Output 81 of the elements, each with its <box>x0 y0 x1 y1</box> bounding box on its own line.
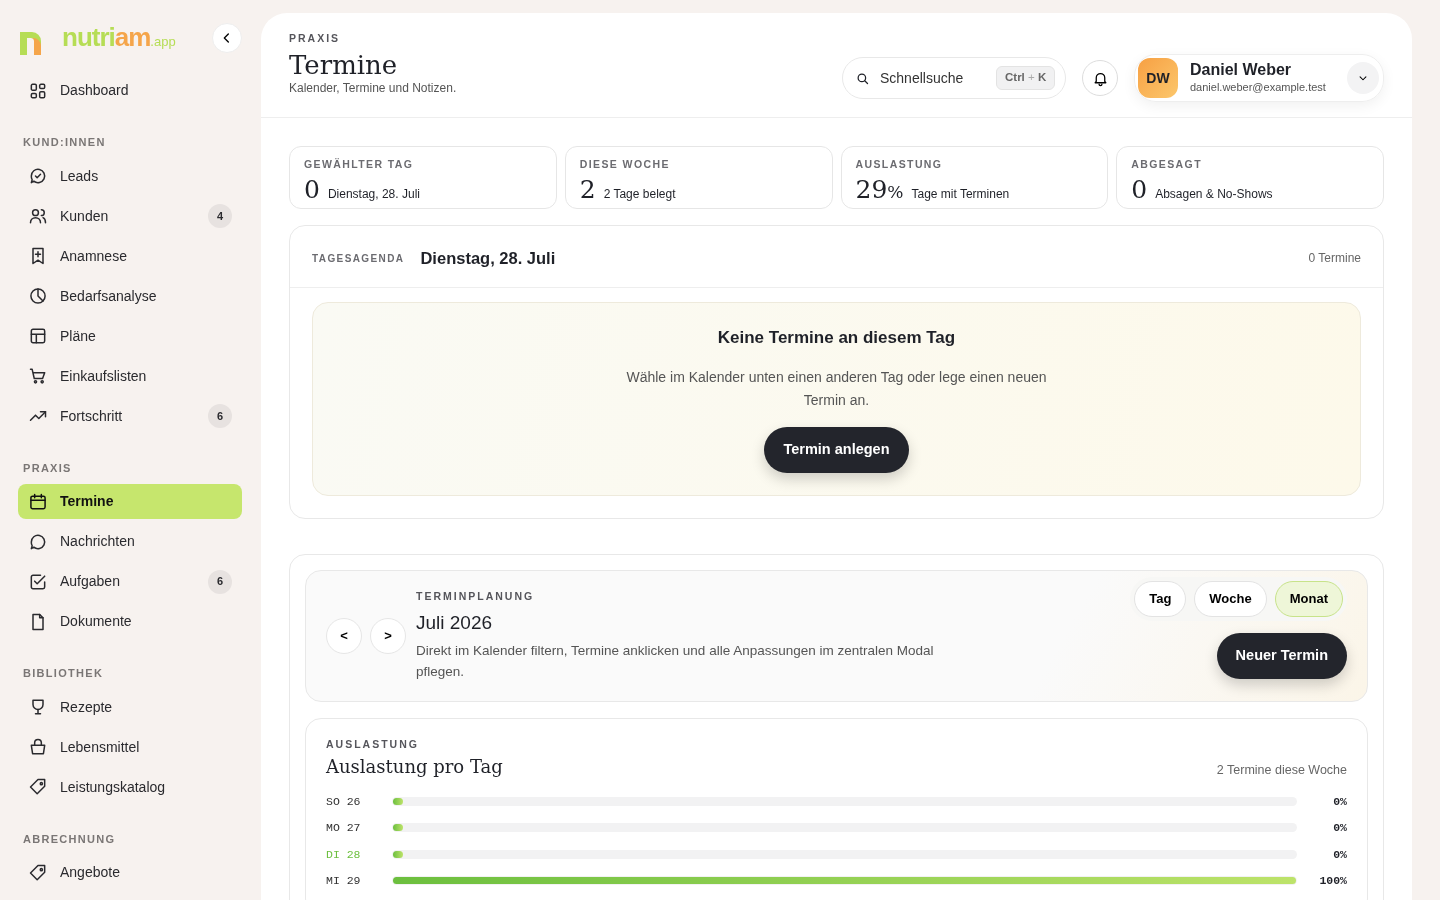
sidebar-item[interactable]: Termine <box>18 484 242 519</box>
agenda-date: Dienstag, 28. Juli <box>420 248 556 269</box>
stat-note: Dienstag, 28. Juli <box>327 185 420 203</box>
stat-label: AUSLASTUNG <box>855 157 944 172</box>
calendar-icon <box>28 491 48 512</box>
chat-check-icon <box>28 166 48 186</box>
sidebar-item[interactable]: Pläne <box>18 318 242 354</box>
month-title: Juli 2026 <box>416 610 494 635</box>
logo-wordmark: nutriam.app <box>62 21 176 54</box>
user-name: Daniel Weber <box>1190 60 1293 79</box>
page-subtitle: Kalender, Termine und Notizen. <box>289 80 457 98</box>
count-badge: 6 <box>208 404 232 428</box>
stat-label: ABGESAGT <box>1131 157 1203 172</box>
sidebar-item[interactable]: Einkaufslisten <box>18 358 242 394</box>
nav-section-heading: KUND:INNEN <box>23 135 107 150</box>
pie-chart-icon <box>28 286 48 306</box>
user-avatar: DW <box>1138 58 1178 98</box>
day-label: MI 29 <box>326 873 362 889</box>
stat-value: 2 <box>579 176 596 202</box>
count-badge: 6 <box>208 569 232 594</box>
day-label: SO 26 <box>326 793 362 810</box>
sidebar-item[interactable]: Aufgaben 6 <box>18 564 242 599</box>
stat-value: 0 <box>304 176 320 202</box>
count-badge: 4 <box>208 204 232 228</box>
percentage-reading: 100% <box>1318 873 1347 889</box>
sidebar-item[interactable]: Kunden 4 <box>18 198 242 234</box>
next-month-button[interactable]: > <box>370 618 406 655</box>
occupancy-eyebrow: AUSLASTUNG <box>326 737 420 753</box>
nav-section-heading: PRAXIS <box>23 460 73 476</box>
occupancy-summary: 2 Termine diese Woche <box>1216 762 1347 780</box>
sidebar-item[interactable]: Nachrichten <box>18 524 242 559</box>
sidebar-item[interactable]: Rezepte <box>18 689 242 725</box>
view-tab[interactable]: Woche <box>1194 581 1267 618</box>
stat-label: GEWÄHLTER TAG <box>304 157 415 172</box>
create-appointment-button[interactable]: Termin anlegen <box>764 427 909 474</box>
empty-state-text: Wähle im Kalender unten einen anderen Tag oder lege einen neuen Termin an. <box>625 368 1048 410</box>
nav-section-heading: ABRECHNUNG <box>23 831 117 847</box>
view-tab[interactable]: Monat <box>1274 581 1343 618</box>
stat-label: DIESE WOCHE <box>579 157 671 172</box>
keyboard-shortcut: Ctrl + K <box>996 66 1056 90</box>
percentage-reading: 0% <box>1332 793 1347 810</box>
sidebar-item[interactable]: Dokumente <box>18 604 242 639</box>
day-label: DI 28 <box>326 846 362 863</box>
stat-note: Tage mit Terminen <box>911 185 1010 203</box>
sidebar-item[interactable]: Leads <box>18 158 242 194</box>
view-tab[interactable]: Tag <box>1134 581 1187 618</box>
basket-icon <box>28 737 48 757</box>
day-label: MO 27 <box>326 820 362 836</box>
sidebar-item[interactable]: Angebote <box>18 855 242 890</box>
sidebar-item[interactable]: Dashboard <box>18 73 242 108</box>
planning-eyebrow: TERMINPLANUNG <box>416 589 536 605</box>
tag-icon <box>28 777 48 797</box>
occupancy-title: Auslastung pro Tag <box>326 754 503 779</box>
new-appointment-button[interactable]: Neuer Termin <box>1216 633 1347 680</box>
empty-state-title: Keine Termine an diesem Tag <box>716 326 957 349</box>
agenda-eyebrow: TAGESAGENDA <box>312 251 405 266</box>
table-icon <box>28 326 48 346</box>
percentage-reading: 0% <box>1332 846 1347 863</box>
stat-note: 2 Tage belegt <box>603 185 676 203</box>
user-email: daniel.weber@example.test <box>1190 79 1327 95</box>
sidebar-item[interactable]: Bedarfsanalyse <box>18 278 242 314</box>
page-eyebrow: PRAXIS <box>289 31 342 46</box>
stat-value: 29% <box>855 176 904 202</box>
page-title: Termine <box>289 50 399 80</box>
sidebar-item[interactable]: Lebensmittel <box>18 729 242 765</box>
sidebar-item[interactable]: Fortschritt 6 <box>18 398 242 434</box>
sidebar-item[interactable]: Anamnese <box>18 238 242 274</box>
nav-section-heading: BIBLIOTHEK <box>23 666 105 681</box>
planning-description: Direkt im Kalender filtern, Termine anklicken und alle Anpassungen im zentralen Modal pflegen. <box>416 642 935 682</box>
previous-month-button[interactable]: < <box>326 618 362 655</box>
collapse-sidebar-button[interactable] <box>212 22 242 53</box>
cart-icon <box>28 366 48 386</box>
notifications-button[interactable] <box>1082 60 1118 96</box>
stat-note: Absagen & No-Shows <box>1155 185 1273 203</box>
appointment-count: 0 Termine <box>1308 250 1361 268</box>
sidebar-item[interactable]: Leistungskatalog <box>18 769 242 805</box>
percentage-reading: 0% <box>1332 820 1347 836</box>
tag-icon <box>28 862 48 883</box>
users-icon <box>28 206 48 226</box>
stat-value: 0 <box>1131 176 1148 202</box>
user-menu-button[interactable] <box>1347 62 1379 94</box>
